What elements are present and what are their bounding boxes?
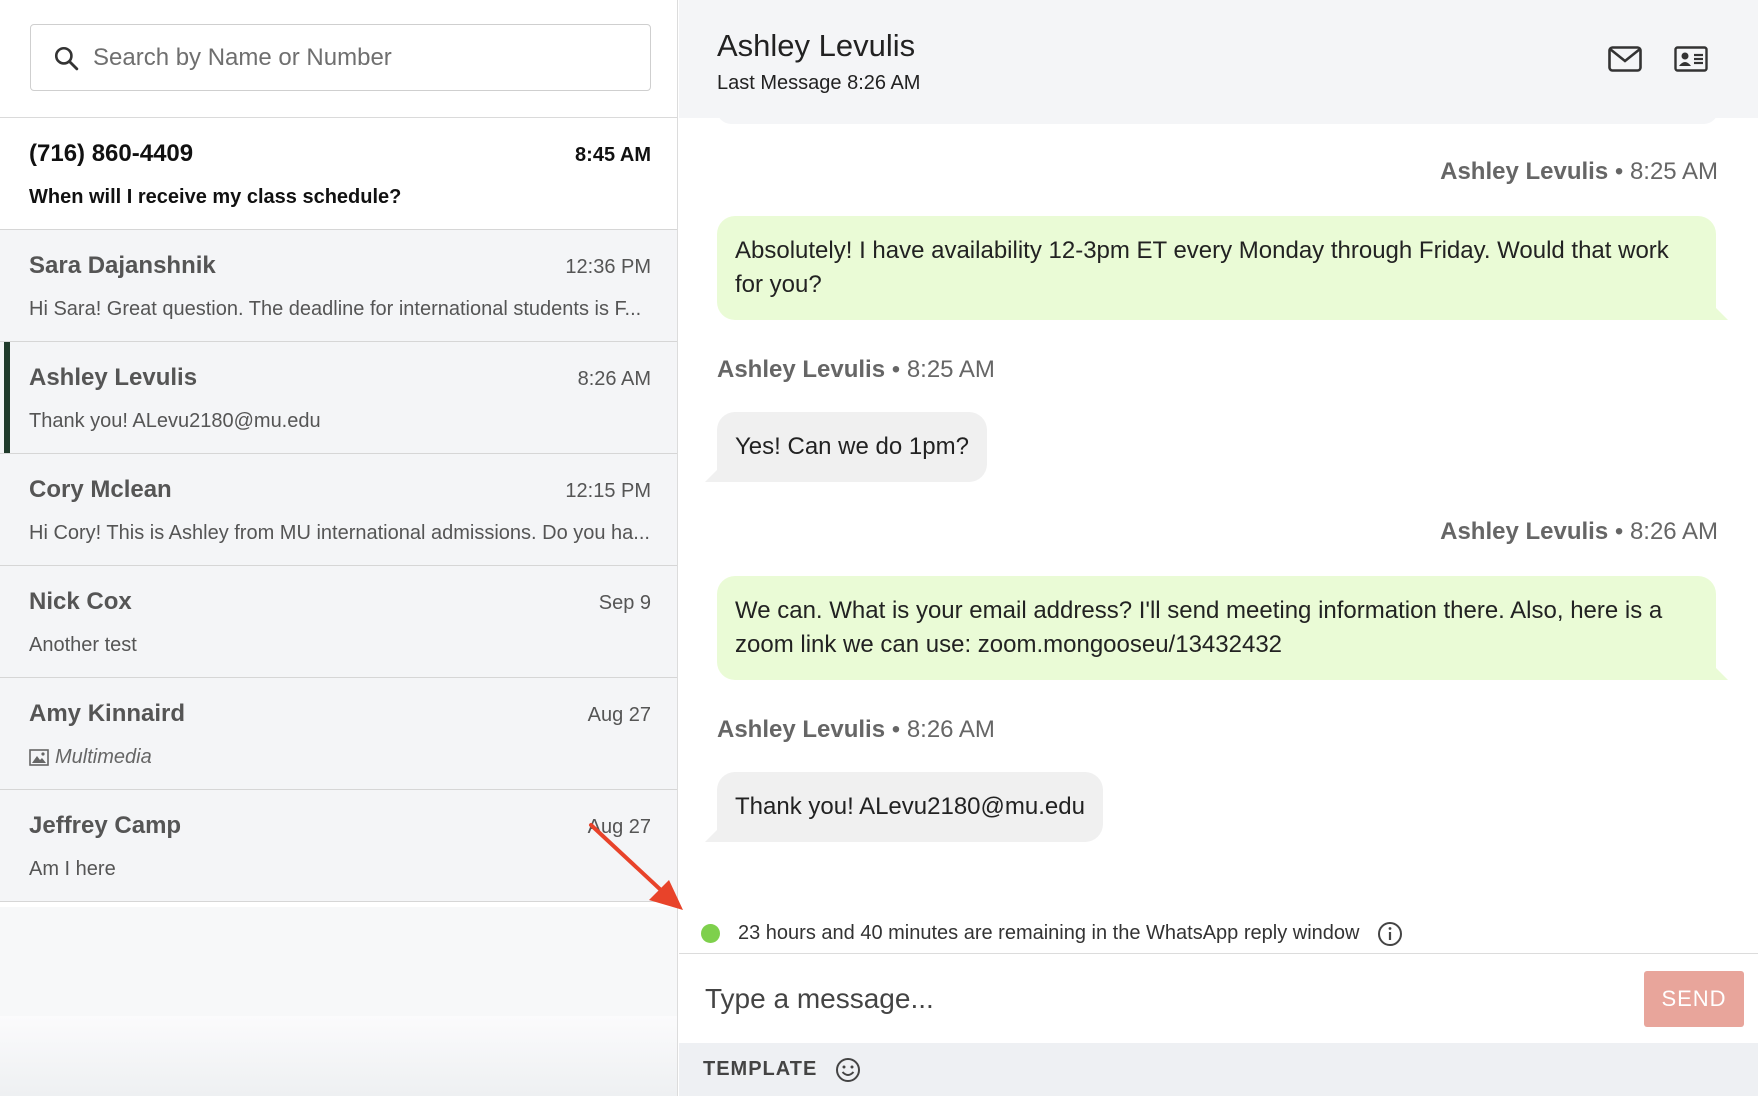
conversation-time: 8:45 AM: [575, 144, 651, 166]
chat-panel: Ashley Levulis Last Message 8:26 AM Ashl…: [679, 0, 1758, 1096]
conversation-name: Sara Dajanshnik: [29, 252, 216, 279]
message-meta: Ashley Levulis • 8:25 AM: [1440, 158, 1718, 186]
sidebar-empty-area: [0, 907, 677, 1016]
message-input[interactable]: [705, 971, 1644, 1027]
conversation-time: 12:15 PM: [565, 480, 651, 502]
info-icon[interactable]: [1377, 921, 1403, 947]
search-area: [0, 0, 677, 118]
message-thread[interactable]: Ashley Levulis • 8:25 AM Absolutely! I h…: [679, 118, 1758, 914]
conversation-preview: Hi Cory! This is Ashley from MU internat…: [29, 522, 650, 544]
incoming-message: Yes! Can we do 1pm?: [705, 412, 987, 482]
reply-window-status: 23 hours and 40 minutes are remaining in…: [679, 914, 1758, 954]
conversation-item[interactable]: Amy Kinnaird Aug 27 Multimedia: [0, 678, 677, 790]
conversation-time: 12:36 PM: [565, 256, 651, 278]
conversation-item[interactable]: Sara Dajanshnik 12:36 PM Hi Sara! Great …: [0, 230, 677, 342]
conversation-preview: Am I here: [29, 858, 116, 880]
message-meta: Ashley Levulis • 8:26 AM: [717, 716, 995, 744]
conversation-preview: Thank you! ALevu2180@mu.edu: [29, 410, 321, 432]
conversation-sidebar: (716) 860-4409 8:45 AM When will I recei…: [0, 0, 678, 1096]
outgoing-message: We can. What is your email address? I'll…: [717, 576, 1728, 680]
header-actions: [1603, 42, 1713, 76]
chat-header: Ashley Levulis Last Message 8:26 AM: [679, 0, 1758, 118]
search-input[interactable]: [93, 37, 650, 78]
conversation-time: Aug 27: [587, 704, 651, 726]
send-button[interactable]: SEND: [1644, 971, 1744, 1027]
conversation-time: Sep 9: [598, 592, 651, 614]
message-sender: Ashley Levulis: [717, 356, 886, 383]
outgoing-message: Absolutely! I have availability 12-3pm E…: [717, 216, 1728, 320]
message-time: • 8:25 AM: [1614, 158, 1718, 185]
search-box[interactable]: [30, 24, 651, 91]
conversation-time: Aug 27: [587, 816, 651, 838]
status-dot: [701, 924, 720, 943]
last-message-time: Last Message 8:26 AM: [717, 72, 921, 94]
conversation-name: Ashley Levulis: [29, 364, 198, 391]
conversation-name: Jeffrey Camp: [29, 812, 182, 839]
conversation-item-active[interactable]: Ashley Levulis 8:26 AM Thank you! ALevu2…: [0, 342, 677, 454]
conversation-item[interactable]: (716) 860-4409 8:45 AM When will I recei…: [0, 118, 677, 230]
message-composer: SEND: [679, 955, 1758, 1043]
template-button[interactable]: TEMPLATE: [703, 1058, 817, 1081]
email-button[interactable]: [1603, 42, 1647, 76]
conversation-preview: Hi Sara! Great question. The deadline fo…: [29, 298, 642, 320]
conversation-preview: Another test: [29, 634, 137, 656]
sidebar-footer: [0, 1016, 677, 1096]
message-sender: Ashley Levulis: [1440, 518, 1609, 545]
envelope-icon: [1608, 46, 1642, 72]
previous-message-edge: [717, 118, 1718, 124]
message-meta: Ashley Levulis • 8:26 AM: [1440, 518, 1718, 546]
message-time: • 8:26 AM: [891, 716, 995, 743]
conversation-name: Cory Mclean: [29, 476, 172, 503]
emoji-icon[interactable]: [835, 1057, 861, 1083]
contact-card-button[interactable]: [1669, 42, 1713, 76]
conversation-item[interactable]: Cory Mclean 12:15 PM Hi Cory! This is As…: [0, 454, 677, 566]
conversation-name: Nick Cox: [29, 588, 132, 615]
contact-card-icon: [1674, 46, 1708, 72]
composer-toolbar: TEMPLATE: [679, 1043, 1758, 1096]
message-meta: Ashley Levulis • 8:25 AM: [717, 356, 995, 384]
conversation-name: Amy Kinnaird: [29, 700, 186, 727]
conversation-preview: Multimedia: [29, 746, 651, 769]
conversation-item[interactable]: Jeffrey Camp Aug 27 Am I here: [0, 790, 677, 902]
message-time: • 8:25 AM: [891, 356, 995, 383]
image-icon: [29, 749, 49, 766]
conversation-list: (716) 860-4409 8:45 AM When will I recei…: [0, 118, 677, 902]
message-sender: Ashley Levulis: [717, 716, 886, 743]
message-sender: Ashley Levulis: [1440, 158, 1609, 185]
incoming-message: Thank you! ALevu2180@mu.edu: [705, 772, 1103, 842]
conversation-preview-text: Multimedia: [55, 746, 152, 768]
message-time: • 8:26 AM: [1614, 518, 1718, 545]
conversation-item[interactable]: Nick Cox Sep 9 Another test: [0, 566, 677, 678]
reply-window-text: 23 hours and 40 minutes are remaining in…: [738, 922, 1360, 944]
conversation-preview: When will I receive my class schedule?: [29, 186, 402, 208]
search-icon: [54, 46, 79, 70]
conversation-name: (716) 860-4409: [29, 140, 194, 167]
contact-name: Ashley Levulis: [717, 28, 916, 63]
conversation-time: 8:26 AM: [577, 368, 651, 390]
